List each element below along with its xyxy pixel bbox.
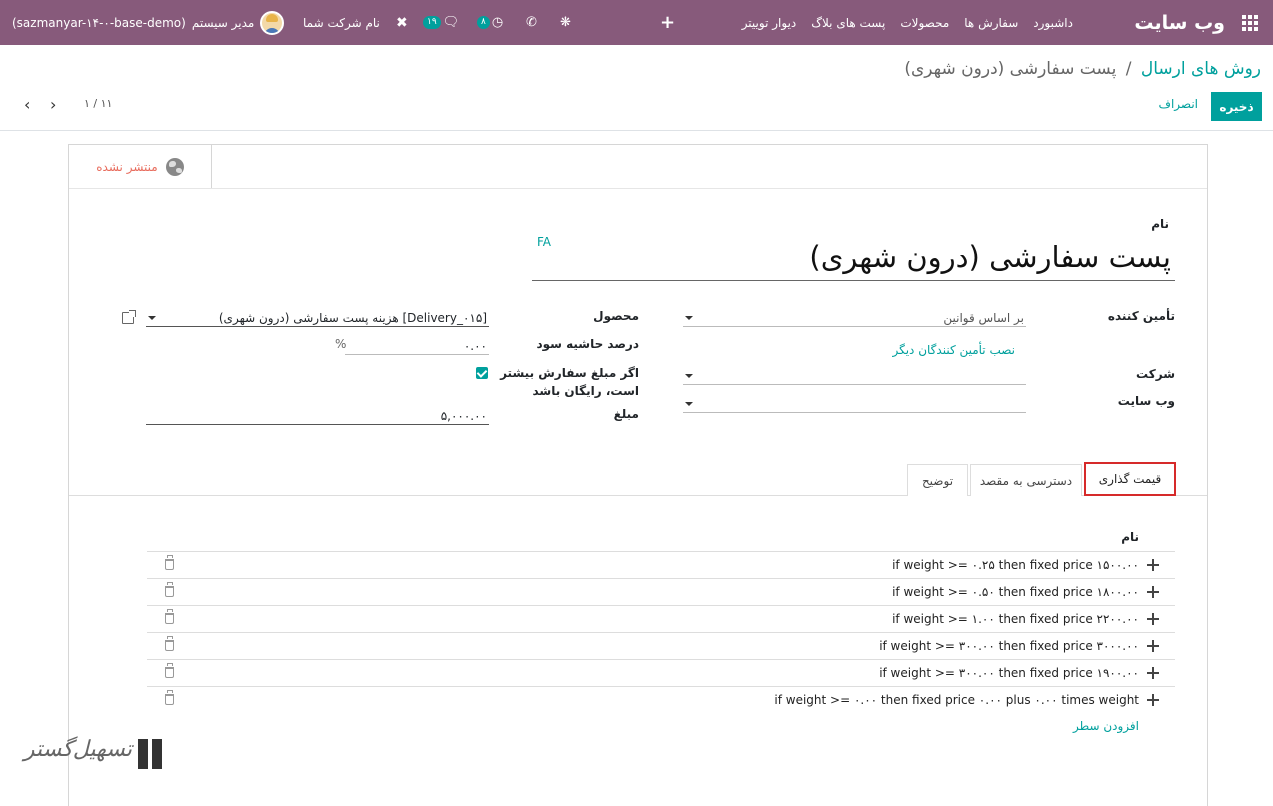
menu-item-orders[interactable]: سفارش ها	[964, 16, 1018, 30]
watermark-text: تسهیل‌گستر	[23, 737, 132, 762]
provider-select[interactable]: بر اساس قوانین	[683, 309, 1026, 327]
pager-previous-icon[interactable]: ‹	[24, 97, 30, 113]
breadcrumb-current: پست سفارشی (درون شهری)	[904, 59, 1117, 79]
free-over-amount-checkbox[interactable]	[476, 367, 488, 379]
table-row[interactable]: if weight >= ۳۰۰.۰۰ then fixed price ۳۰۰…	[147, 632, 1175, 659]
install-more-providers-link[interactable]: نصب تأمین کنندگان دیگر	[892, 343, 1015, 357]
rule-text: if weight >= ۰.۵۰ then fixed price ۱۸۰۰.…	[892, 585, 1139, 599]
chevron-down-icon	[685, 402, 693, 406]
product-value: [Delivery_۰۱۵] هزینه پست سفارشی (درون شه…	[218, 311, 487, 325]
website-select[interactable]	[683, 395, 1026, 413]
product-label: محصول	[593, 309, 639, 323]
trash-icon[interactable]	[165, 690, 174, 705]
apps-menu-icon[interactable]	[1235, 0, 1265, 45]
main-menu: داشبورد سفارش ها محصولات پست های بلاگ دی…	[742, 0, 1073, 45]
amount-input[interactable]: ۵,۰۰۰.۰۰	[146, 407, 489, 425]
company-switcher[interactable]: نام شرکت شما	[303, 0, 380, 45]
globe-icon	[165, 157, 184, 176]
provider-label: تأمین کننده	[1107, 309, 1175, 323]
new-content-plus-icon[interactable]: +	[660, 0, 675, 45]
chevron-down-icon	[148, 316, 156, 320]
amount-label: مبلغ	[613, 407, 639, 421]
form-sheet: منتشر نشده نام پست سفارشی (درون شهری) FA…	[68, 144, 1208, 806]
table-row[interactable]: if weight >= ۰.۵۰ then fixed price ۱۸۰۰.…	[147, 578, 1175, 605]
database-name: (sazmanyar-۱۴-۰-base-demo)	[12, 15, 186, 30]
amount-value: ۵,۰۰۰.۰۰	[440, 409, 487, 423]
watermark-mark-icon	[138, 739, 164, 769]
trash-icon[interactable]	[165, 555, 174, 570]
chat-icon: 🗨	[442, 15, 460, 30]
margin-input[interactable]: ۰.۰۰	[345, 337, 489, 355]
phone-icon[interactable]: ✆	[526, 0, 537, 45]
pager-value[interactable]: ۱ / ۱۱	[84, 97, 112, 110]
margin-unit: %	[335, 337, 347, 351]
save-button[interactable]: ذخیره	[1211, 92, 1262, 121]
rule-text: if weight >= ۳۰۰.۰۰ then fixed price ۳۰۰…	[879, 639, 1139, 653]
messages-count-badge: ۱۹	[423, 16, 441, 29]
breadcrumb-parent[interactable]: روش های ارسال	[1141, 59, 1261, 79]
rule-text: if weight >= ۳۰۰.۰۰ then fixed price ۱۹۰…	[879, 666, 1139, 680]
menu-item-products[interactable]: محصولات	[900, 16, 949, 30]
tab-description[interactable]: توضیح	[907, 464, 968, 496]
drag-handle-icon[interactable]	[1147, 667, 1159, 679]
table-header-name: نام	[1121, 530, 1139, 544]
discard-button[interactable]: انصراف	[1159, 97, 1198, 111]
user-avatar	[260, 10, 285, 35]
name-label: نام	[1151, 217, 1169, 231]
activities-count-badge: ۸	[477, 16, 490, 29]
product-select[interactable]: [Delivery_۰۱۵] هزینه پست سفارشی (درون شه…	[146, 309, 489, 327]
drag-handle-icon[interactable]	[1147, 694, 1159, 706]
publish-status: منتشر نشده	[96, 159, 158, 174]
margin-label: درصد حاشیه سود	[536, 337, 639, 351]
pager-next-icon[interactable]: ›	[50, 97, 56, 113]
free-over-amount-label: اگر مبلغ سفارش بیشتر است، رایگان باشد	[500, 366, 639, 398]
rule-text: if weight >= ۱.۰۰ then fixed price ۲۲۰۰.…	[892, 612, 1139, 626]
activities-button[interactable]: ۸ ◷	[477, 0, 503, 45]
company-label: شرکت	[1136, 367, 1175, 381]
drag-handle-icon[interactable]	[1147, 586, 1159, 598]
table-row[interactable]: if weight >= ۰.۰۰ then fixed price ۰.۰۰ …	[147, 686, 1175, 713]
external-link-icon[interactable]	[122, 310, 136, 324]
chevron-down-icon	[685, 374, 693, 378]
company-select[interactable]	[683, 367, 1026, 385]
add-line-link[interactable]: افزودن سطر	[1073, 719, 1139, 733]
tab-destination[interactable]: دسترسی به مقصد	[970, 464, 1082, 496]
messaging-button[interactable]: ۱۹ 🗨	[423, 0, 459, 45]
user-menu[interactable]: (sazmanyar-۱۴-۰-base-demo) مدیر سیستم	[12, 0, 285, 45]
breadcrumb: روش های ارسال / پست سفارشی (درون شهری)	[904, 59, 1261, 79]
button-box-divider	[69, 188, 1207, 189]
tools-icon[interactable]: ✖	[396, 0, 408, 45]
table-row[interactable]: if weight >= ۰.۲۵ then fixed price ۱۵۰۰.…	[147, 551, 1175, 578]
trash-icon[interactable]	[165, 582, 174, 597]
website-label: وب سایت	[1117, 394, 1175, 408]
control-panel-divider	[0, 130, 1273, 131]
trash-icon[interactable]	[165, 663, 174, 678]
menu-item-twitter-wall[interactable]: دیوار توییتر	[742, 16, 797, 30]
trash-icon[interactable]	[165, 636, 174, 651]
top-navbar: وب سایت داشبورد سفارش ها محصولات پست های…	[0, 0, 1273, 45]
watermark-logo: تسهیل‌گستر	[20, 731, 170, 781]
breadcrumb-separator: /	[1125, 59, 1132, 79]
trash-icon[interactable]	[165, 609, 174, 624]
debug-bug-icon[interactable]: ❋	[560, 0, 571, 45]
drag-handle-icon[interactable]	[1147, 613, 1159, 625]
table-row[interactable]: if weight >= ۱.۰۰ then fixed price ۲۲۰۰.…	[147, 605, 1175, 632]
app-brand[interactable]: وب سایت	[1134, 0, 1225, 45]
translate-language-button[interactable]: FA	[537, 235, 551, 249]
chevron-down-icon	[685, 316, 693, 320]
provider-value: بر اساس قوانین	[943, 311, 1024, 325]
name-input[interactable]: پست سفارشی (درون شهری)	[532, 233, 1175, 281]
tab-pricing[interactable]: قیمت گذاری	[1084, 462, 1176, 496]
table-row[interactable]: if weight >= ۳۰۰.۰۰ then fixed price ۱۹۰…	[147, 659, 1175, 686]
drag-handle-icon[interactable]	[1147, 640, 1159, 652]
drag-handle-icon[interactable]	[1147, 559, 1159, 571]
publish-toggle-button[interactable]: منتشر نشده	[69, 145, 212, 188]
rule-text: if weight >= ۰.۰۰ then fixed price ۰.۰۰ …	[774, 693, 1139, 707]
menu-item-blog-posts[interactable]: پست های بلاگ	[811, 16, 885, 30]
user-name: مدیر سیستم	[191, 15, 255, 30]
clock-icon: ◷	[491, 15, 504, 30]
rule-text: if weight >= ۰.۲۵ then fixed price ۱۵۰۰.…	[892, 558, 1139, 572]
menu-item-dashboard[interactable]: داشبورد	[1033, 16, 1073, 30]
margin-value: ۰.۰۰	[463, 339, 487, 353]
